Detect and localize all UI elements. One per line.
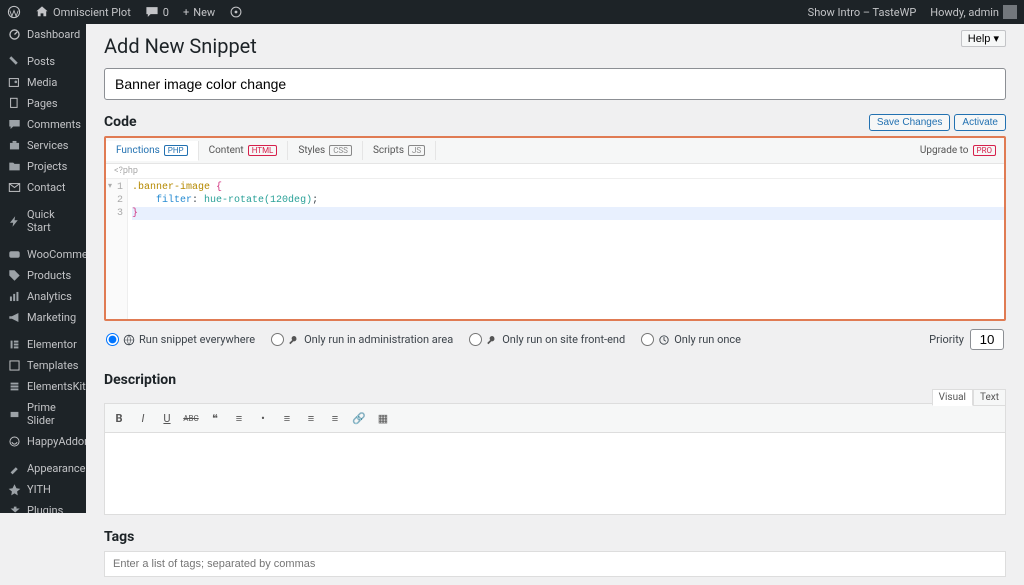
- page-title: Add New Snippet: [104, 34, 1006, 58]
- tags-input[interactable]: [104, 551, 1006, 577]
- view-link[interactable]: [222, 0, 250, 24]
- tab-scripts[interactable]: ScriptsJS: [363, 141, 436, 160]
- html-badge: HTML: [248, 145, 278, 156]
- account-link[interactable]: Howdy, admin: [923, 0, 1024, 24]
- editor-toolbar: B I U ABC ❝ ≡ • ≡ ≡ ≡ 🔗 ▦: [104, 403, 1006, 433]
- sidebar-item-woocommerce[interactable]: WooCommerce: [0, 244, 86, 265]
- link-button[interactable]: 🔗: [349, 408, 369, 428]
- code-breadcrumb: <?php: [106, 164, 1004, 179]
- css-badge: CSS: [329, 145, 352, 156]
- tags-heading: Tags: [104, 529, 1006, 545]
- sidebar-item-analytics[interactable]: Analytics: [0, 286, 86, 307]
- php-badge: PHP: [164, 145, 188, 156]
- sidebar-item-contact[interactable]: Contact: [0, 177, 86, 198]
- bold-button[interactable]: B: [109, 408, 129, 428]
- comments-link[interactable]: 0: [138, 0, 176, 24]
- activate-button[interactable]: Activate: [954, 114, 1006, 131]
- code-line: }: [132, 207, 1004, 220]
- sidebar-item-templates[interactable]: Templates: [0, 355, 86, 376]
- desc-tab-text[interactable]: Text: [973, 389, 1006, 406]
- avatar: [1003, 5, 1017, 19]
- underline-button[interactable]: U: [157, 408, 177, 428]
- description-heading: Description: [104, 372, 1006, 388]
- js-badge: JS: [408, 145, 425, 156]
- sidebar-item-products[interactable]: Products: [0, 265, 86, 286]
- wp-logo[interactable]: [0, 0, 28, 24]
- sidebar-item-primeslider[interactable]: Prime Slider: [0, 397, 86, 431]
- sidebar-item-posts[interactable]: Posts: [0, 51, 86, 72]
- admin-menu: Dashboard Posts Media Pages Comments Ser…: [0, 24, 86, 513]
- sidebar-item-yith[interactable]: YITH: [0, 479, 86, 500]
- sidebar-item-comments[interactable]: Comments: [0, 114, 86, 135]
- sidebar-item-media[interactable]: Media: [0, 72, 86, 93]
- priority-label: Priority: [929, 333, 964, 346]
- help-toggle[interactable]: Help ▾: [961, 30, 1006, 47]
- alignleft-button[interactable]: ≡: [277, 408, 297, 428]
- ol-button[interactable]: ≡: [229, 408, 249, 428]
- aligncenter-button[interactable]: ≡: [301, 408, 321, 428]
- fold-icon[interactable]: ▾: [108, 181, 112, 191]
- italic-button[interactable]: I: [133, 408, 153, 428]
- code-editor[interactable]: ▾ 1 2 3 .banner-image { filter: hue-rota…: [106, 179, 1004, 319]
- priority-input[interactable]: [970, 329, 1004, 350]
- sidebar-item-projects[interactable]: Projects: [0, 156, 86, 177]
- line-gutter: ▾ 1 2 3: [106, 179, 128, 319]
- new-link[interactable]: +New: [176, 0, 222, 24]
- sidebar-item-pages[interactable]: Pages: [0, 93, 86, 114]
- ul-button[interactable]: •: [253, 408, 273, 428]
- sidebar-item-services[interactable]: Services: [0, 135, 86, 156]
- upgrade-link[interactable]: Upgrade toPRO: [920, 145, 1004, 156]
- sidebar-item-dashboard[interactable]: Dashboard: [0, 24, 86, 45]
- description-textarea[interactable]: [104, 433, 1006, 515]
- run-once-radio[interactable]: Only run once: [641, 333, 741, 346]
- tab-content[interactable]: ContentHTML: [199, 141, 289, 160]
- sidebar-item-elementskit[interactable]: ElementsKit: [0, 376, 86, 397]
- more-button[interactable]: ▦: [373, 408, 393, 428]
- snippet-title-input[interactable]: [104, 68, 1006, 100]
- plus-icon: +: [183, 6, 189, 19]
- desc-tab-visual[interactable]: Visual: [932, 389, 973, 406]
- quote-button[interactable]: ❝: [205, 408, 225, 428]
- tab-functions[interactable]: FunctionsPHP: [106, 141, 199, 161]
- run-frontend-radio[interactable]: Only run on site front-end: [469, 333, 625, 346]
- code-line: .banner-image {: [132, 181, 1004, 194]
- sidebar-item-quickstart[interactable]: Quick Start: [0, 204, 86, 238]
- code-box: FunctionsPHP ContentHTML StylesCSS Scrip…: [104, 136, 1006, 321]
- run-admin-radio[interactable]: Only run in administration area: [271, 333, 453, 346]
- strike-button[interactable]: ABC: [181, 408, 201, 428]
- tab-styles[interactable]: StylesCSS: [288, 141, 363, 160]
- site-name-link[interactable]: Omniscient Plot: [28, 0, 138, 24]
- run-everywhere-radio[interactable]: Run snippet everywhere: [106, 333, 255, 346]
- sidebar-item-happyaddons[interactable]: HappyAddons: [0, 431, 86, 452]
- pro-badge: PRO: [973, 145, 996, 156]
- sidebar-item-plugins[interactable]: Plugins: [0, 500, 86, 513]
- code-line: filter: hue-rotate(120deg);: [132, 194, 1004, 207]
- save-changes-button[interactable]: Save Changes: [869, 114, 951, 131]
- alignright-button[interactable]: ≡: [325, 408, 345, 428]
- show-intro-link[interactable]: Show Intro – TasteWP: [801, 0, 924, 24]
- sidebar-item-elementor[interactable]: Elementor: [0, 334, 86, 355]
- sidebar-item-marketing[interactable]: Marketing: [0, 307, 86, 328]
- site-name: Omniscient Plot: [53, 6, 131, 19]
- comments-count: 0: [163, 6, 169, 19]
- sidebar-item-appearance[interactable]: Appearance: [0, 458, 86, 479]
- admin-bar: Omniscient Plot 0 +New Show Intro – Tast…: [0, 0, 1024, 24]
